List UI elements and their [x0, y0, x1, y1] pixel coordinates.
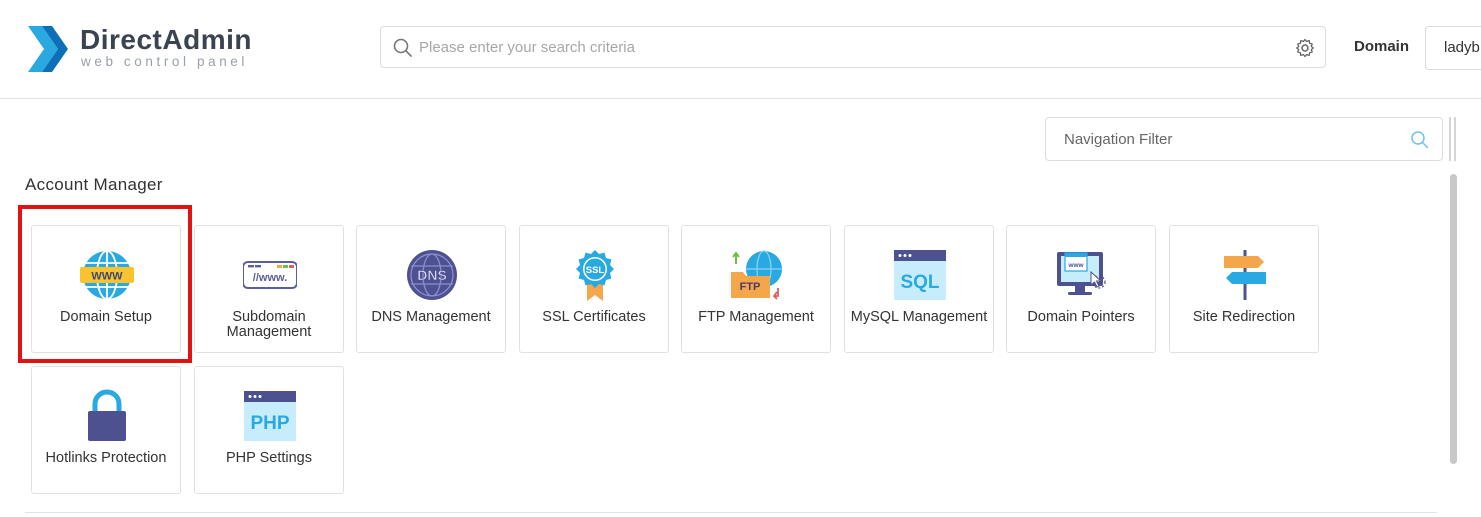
highlight-box	[18, 205, 192, 363]
brand-subtitle: web control panel	[81, 54, 249, 69]
scrollbar[interactable]	[1448, 172, 1460, 472]
tile-ftp-management[interactable]: FTP FTP Management	[681, 225, 831, 353]
domain-select[interactable]: ladyb	[1425, 26, 1481, 70]
ftp-folder-icon: FTP	[731, 250, 782, 300]
navigation-filter-input[interactable]	[1064, 118, 1394, 160]
tile-mysql-management[interactable]: SQL MySQL Management	[844, 225, 994, 353]
top-header: DirectAdmin web control panel Domain lad…	[0, 0, 1481, 99]
svg-text:www: www	[1067, 262, 1084, 269]
tile-label: Site Redirection	[1192, 309, 1296, 325]
section-title: Account Manager	[25, 175, 163, 194]
directadmin-logo-icon	[28, 26, 68, 72]
svg-text:FTP: FTP	[740, 281, 761, 293]
tile-site-redirection[interactable]: Site Redirection	[1169, 225, 1319, 353]
gear-icon[interactable]	[1295, 38, 1315, 58]
tile-label: Subdomain Management	[226, 309, 312, 340]
tile-ssl-certificates[interactable]: SSL SSL Certificates	[519, 225, 669, 353]
tile-hotlinks-protection[interactable]: Hotlinks Protection	[31, 366, 181, 494]
domain-label: Domain	[1354, 38, 1410, 55]
tile-label: DNS Management	[371, 309, 491, 325]
dns-globe-icon: DNS	[407, 250, 457, 300]
tile-subdomain-management[interactable]: //www. Subdomain Management	[194, 225, 344, 353]
svg-text:DNS: DNS	[417, 267, 447, 283]
scrollbar-thumb[interactable]	[1450, 174, 1457, 464]
tile-label: FTP Management	[698, 309, 814, 325]
global-search[interactable]	[380, 26, 1326, 68]
brand-title: DirectAdmin	[80, 24, 252, 55]
search-icon	[393, 38, 412, 57]
tile-label: MySQL Management	[850, 309, 988, 325]
panel-resize-handle[interactable]	[1448, 117, 1458, 161]
svg-text:SQL: SQL	[900, 272, 939, 293]
padlock-icon	[88, 389, 126, 441]
svg-text:SSL: SSL	[586, 265, 605, 276]
tile-label: PHP Settings	[226, 450, 312, 466]
tile-label: Domain Pointers	[1027, 309, 1135, 325]
search-input[interactable]	[419, 27, 1279, 67]
svg-text:PHP: PHP	[250, 413, 289, 434]
tile-php-settings[interactable]: PHP PHP Settings	[194, 366, 344, 494]
directadmin-logo[interactable]: DirectAdmin web control panel	[24, 22, 274, 77]
tile-domain-pointers[interactable]: www Domain Pointers	[1006, 225, 1156, 353]
monitor-pointer-icon: www	[1057, 252, 1106, 295]
tile-label: Hotlinks Protection	[45, 450, 167, 466]
search-icon	[1411, 131, 1429, 149]
domain-select-value: ladyb	[1444, 39, 1480, 56]
ssl-badge-icon: SSL	[576, 250, 614, 301]
subdomain-icon: //www.	[243, 261, 297, 289]
tile-dns-management[interactable]: DNS DNS Management	[356, 225, 506, 353]
php-window-icon: PHP	[244, 391, 296, 441]
section-divider	[25, 512, 1437, 513]
svg-text://www.: //www.	[253, 272, 287, 284]
sql-window-icon: SQL	[894, 250, 946, 300]
signpost-icon	[1224, 250, 1266, 300]
navigation-filter[interactable]	[1045, 117, 1443, 161]
tile-label: SSL Certificates	[542, 309, 646, 325]
